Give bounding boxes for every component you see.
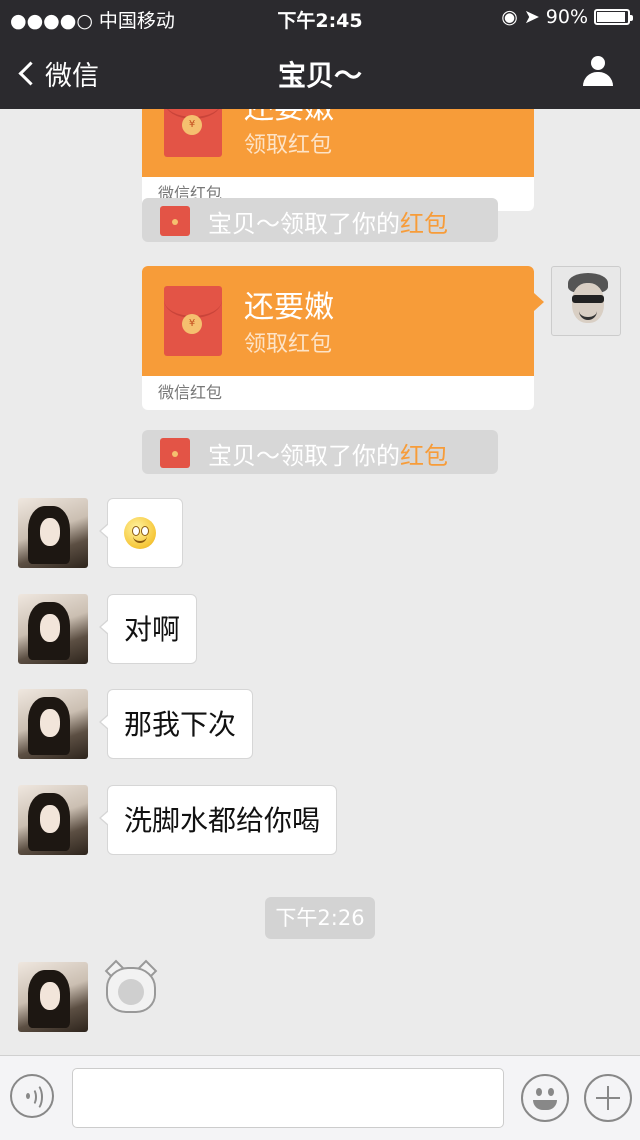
red-packet-card[interactable]: ¥ 还要嫩 领取红包 微信红包 xyxy=(142,266,534,410)
avatar-contact[interactable] xyxy=(18,594,88,664)
input-bar xyxy=(0,1055,640,1140)
system-notice-link[interactable]: 红包 xyxy=(400,442,448,470)
red-envelope-icon xyxy=(160,206,190,236)
top-bar: ●●●●○ 中国移动 下午2:45 ◉ ➤ 90% 微信 宝贝～ xyxy=(0,0,640,109)
battery-percent: 90% xyxy=(545,6,588,28)
emoji-icon[interactable] xyxy=(521,1074,569,1122)
status-right: ◉ ➤ 90% xyxy=(501,6,633,28)
avatar-contact[interactable] xyxy=(18,962,88,1032)
message-bubble[interactable]: 那我下次 xyxy=(98,689,254,759)
red-envelope-icon: ¥ xyxy=(164,286,222,356)
chat-title: 宝贝～ xyxy=(277,59,362,92)
system-notice-link[interactable]: 红包 xyxy=(400,210,448,238)
cat-sticker-icon[interactable] xyxy=(104,959,158,1017)
lock-rotation-icon: ◉ xyxy=(501,6,518,28)
system-notice: 宝贝～领取了你的红包 xyxy=(142,430,498,474)
avatar-contact[interactable] xyxy=(18,785,88,855)
avatar-self[interactable] xyxy=(551,266,621,336)
voice-icon[interactable] xyxy=(10,1074,54,1118)
person-icon[interactable] xyxy=(582,56,614,88)
red-packet-title: 还要嫩 xyxy=(244,109,334,127)
message-bubble[interactable]: 对啊 xyxy=(98,594,198,664)
message-bubble[interactable]: 洗脚水都给你喝 xyxy=(98,785,338,855)
bubble-arrow xyxy=(534,293,544,311)
battery-icon xyxy=(594,9,633,25)
red-envelope-icon xyxy=(160,438,190,468)
avatar-contact[interactable] xyxy=(18,498,88,568)
status-bar: ●●●●○ 中国移动 下午2:45 ◉ ➤ 90% xyxy=(0,6,640,32)
location-icon: ➤ xyxy=(523,6,540,28)
nav-bar: 微信 宝贝～ xyxy=(0,44,640,100)
red-packet-title: 还要嫩 xyxy=(244,290,334,325)
message-bubble[interactable] xyxy=(99,498,183,568)
avatar-contact[interactable] xyxy=(18,689,88,759)
smile-emoji-icon xyxy=(124,517,156,549)
red-packet-subtitle: 领取红包 xyxy=(244,133,333,158)
red-packet-card[interactable]: ¥ 还要嫩 领取红包 微信红包 xyxy=(142,109,534,211)
red-packet-footer: 微信红包 xyxy=(158,383,223,402)
timestamp-badge: 下午2:26 xyxy=(265,897,375,939)
red-envelope-icon: ¥ xyxy=(164,109,222,157)
system-notice-text: 宝贝～领取了你的 xyxy=(208,442,400,470)
message-input[interactable] xyxy=(72,1068,504,1128)
system-notice-text: 宝贝～领取了你的 xyxy=(208,210,400,238)
plus-icon[interactable] xyxy=(584,1074,632,1122)
system-notice: 宝贝～领取了你的红包 xyxy=(142,198,498,242)
chat-area[interactable]: ¥ 还要嫩 领取红包 微信红包 宝贝～领取了你的红包 ¥ 还要嫩 领取红包 微信… xyxy=(0,109,640,1055)
red-packet-subtitle: 领取红包 xyxy=(244,332,333,357)
